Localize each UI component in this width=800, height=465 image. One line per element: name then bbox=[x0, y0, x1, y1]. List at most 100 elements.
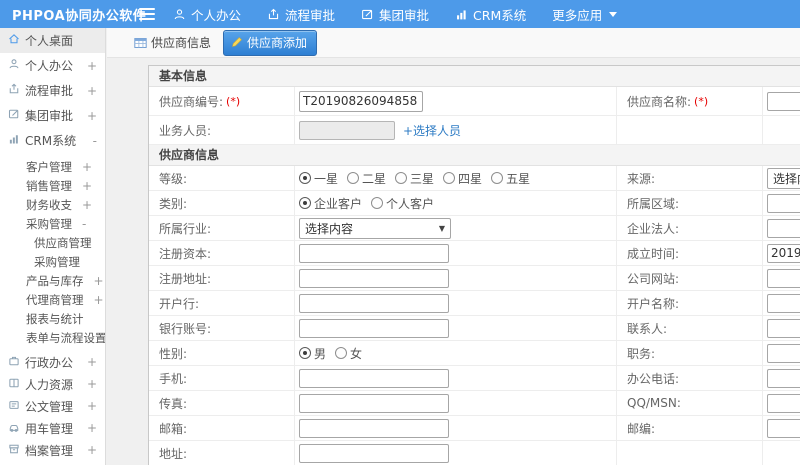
radio-level-4star[interactable]: 四星 bbox=[443, 170, 482, 187]
sidebar-item-hr[interactable]: 人力资源 + bbox=[0, 373, 105, 395]
qq-msn-input[interactable] bbox=[767, 393, 800, 413]
field-value: 选择内容▼ bbox=[763, 166, 800, 190]
expand-toggle[interactable]: + bbox=[87, 109, 97, 123]
form-row: 类别: 企业客户 个人客户 所属区域: bbox=[149, 191, 800, 216]
sidebar-item-product-stock[interactable]: 产品与库存 + bbox=[0, 271, 105, 290]
address-input[interactable] bbox=[299, 443, 449, 463]
sidebar-item-reports[interactable]: 报表与统计 bbox=[0, 309, 105, 328]
form-row: 注册资本: 成立时间: bbox=[149, 241, 800, 266]
sidebar-item-finance[interactable]: 财务收支 + bbox=[0, 195, 105, 214]
supplier-code-input[interactable] bbox=[299, 90, 423, 112]
email-input[interactable] bbox=[299, 418, 449, 438]
account-name-input[interactable] bbox=[767, 293, 800, 313]
sidebar-item-admin-office[interactable]: 行政办公 + bbox=[0, 351, 105, 373]
field-label: 邮箱: bbox=[149, 416, 295, 440]
fax-input[interactable] bbox=[299, 393, 449, 413]
field-label: 业务人员: bbox=[149, 116, 295, 144]
zip-input[interactable] bbox=[767, 418, 800, 438]
expand-toggle[interactable]: + bbox=[94, 274, 104, 288]
sidebar-item-personal-desktop[interactable]: 个人桌面 bbox=[0, 28, 105, 53]
supplier-name-input[interactable] bbox=[767, 91, 800, 111]
field-value bbox=[763, 341, 800, 365]
sidebar-item-crm-system[interactable]: CRM系统 - bbox=[0, 128, 105, 153]
required-marker: (*) bbox=[694, 94, 709, 108]
expand-toggle[interactable]: + bbox=[82, 179, 92, 193]
sidebar-item-customer-mgmt[interactable]: 客户管理 + bbox=[0, 157, 105, 176]
radio-gender-male[interactable]: 男 bbox=[299, 345, 326, 362]
radio-level-5star[interactable]: 五星 bbox=[491, 170, 530, 187]
expand-toggle[interactable]: + bbox=[94, 293, 104, 307]
choose-person-link[interactable]: +选择人员 bbox=[403, 122, 461, 139]
top-header: PHPOA协同办公软件 个人办公 流程审批 集团审批 CRM系统 更多应用 bbox=[0, 0, 800, 28]
contact-input[interactable] bbox=[767, 318, 800, 338]
registered-address-input[interactable] bbox=[299, 268, 449, 288]
sidebar-item-label: 用车管理 bbox=[25, 421, 74, 436]
menu-toggle-icon[interactable] bbox=[139, 8, 155, 20]
nav-workflow-approval[interactable]: 流程审批 bbox=[267, 5, 335, 24]
sidebar-item-sales-mgmt[interactable]: 销售管理 + bbox=[0, 176, 105, 195]
sidebar-item-archives[interactable]: 档案管理 + bbox=[0, 439, 105, 461]
nav-group-approval[interactable]: 集团审批 bbox=[361, 5, 429, 24]
radio-level-3star[interactable]: 三星 bbox=[395, 170, 434, 187]
nav-more-apps[interactable]: 更多应用 bbox=[552, 5, 618, 24]
expand-toggle[interactable]: + bbox=[87, 377, 97, 391]
website-input[interactable] bbox=[767, 268, 800, 288]
sidebar-item-form-flow-settings[interactable]: 表单与流程设置 + bbox=[0, 328, 105, 347]
chart-icon bbox=[455, 8, 468, 21]
bank-input[interactable] bbox=[299, 293, 449, 313]
sidebar-item-workflow-approval[interactable]: 流程审批 + bbox=[0, 78, 105, 103]
field-value bbox=[295, 291, 617, 315]
app-logo[interactable]: PHPOA协同办公软件 bbox=[0, 5, 146, 24]
nav-personal-office[interactable]: 个人办公 bbox=[173, 5, 241, 24]
expand-toggle[interactable]: + bbox=[87, 399, 97, 413]
sidebar-item-purchase-mgmt[interactable]: 采购管理 - bbox=[0, 214, 105, 233]
expand-toggle[interactable]: + bbox=[82, 160, 92, 174]
section-header-supplier-info: 供应商信息 bbox=[149, 145, 800, 166]
expand-toggle[interactable]: + bbox=[87, 443, 97, 457]
tab-supplier-info[interactable]: 供应商信息 bbox=[134, 34, 211, 51]
form-row: 等级: 一星 二星 三星 四星 五星 来源: 选择内容▼ bbox=[149, 166, 800, 191]
tab-supplier-add[interactable]: 供应商添加 bbox=[223, 29, 318, 56]
registered-capital-input[interactable] bbox=[299, 243, 449, 263]
collapse-toggle[interactable]: - bbox=[93, 134, 97, 148]
founded-date-input[interactable] bbox=[767, 243, 800, 263]
source-select[interactable]: 选择内容▼ bbox=[767, 167, 800, 189]
industry-select[interactable]: 选择内容 ▼ bbox=[299, 217, 451, 239]
expand-toggle[interactable]: + bbox=[87, 59, 97, 73]
sidebar-item-group-approval[interactable]: 集团审批 + bbox=[0, 103, 105, 128]
form-row: 供应商编号: (*) 供应商名称: (*) bbox=[149, 87, 800, 116]
sidebar-item-purchasing[interactable]: 采购管理 bbox=[0, 252, 105, 271]
position-input[interactable] bbox=[767, 343, 800, 363]
field-label: 类别: bbox=[149, 191, 295, 215]
radio-dot bbox=[347, 172, 360, 184]
nav-crm-system[interactable]: CRM系统 bbox=[455, 5, 526, 24]
business-person-input[interactable] bbox=[299, 120, 395, 140]
radio-category-personal[interactable]: 个人客户 bbox=[371, 195, 434, 212]
field-label: 性别: bbox=[149, 341, 295, 365]
radio-dot bbox=[299, 347, 311, 359]
sidebar-item-label: 流程审批 bbox=[25, 84, 74, 98]
table-icon bbox=[134, 37, 147, 49]
region-input[interactable] bbox=[767, 193, 800, 213]
field-label: 所属行业: bbox=[149, 216, 295, 240]
sidebar-item-agent-mgmt[interactable]: 代理商管理 + bbox=[0, 290, 105, 309]
office-phone-input[interactable] bbox=[767, 368, 800, 388]
sidebar-item-supplier-mgmt[interactable]: 供应商管理 bbox=[0, 233, 105, 252]
sidebar-item-vehicle-mgmt[interactable]: 用车管理 + bbox=[0, 417, 105, 439]
radio-category-enterprise[interactable]: 企业客户 bbox=[299, 195, 362, 212]
radio-level-2star[interactable]: 二星 bbox=[347, 170, 386, 187]
sidebar-item-documents[interactable]: 公文管理 + bbox=[0, 395, 105, 417]
expand-toggle[interactable]: + bbox=[87, 84, 97, 98]
radio-gender-female[interactable]: 女 bbox=[335, 345, 362, 362]
collapse-toggle[interactable]: - bbox=[82, 217, 86, 231]
expand-toggle[interactable]: + bbox=[87, 355, 97, 369]
bank-account-input[interactable] bbox=[299, 318, 449, 338]
mobile-input[interactable] bbox=[299, 368, 449, 388]
edit-icon bbox=[8, 108, 20, 123]
expand-toggle[interactable]: + bbox=[87, 421, 97, 435]
field-value bbox=[295, 416, 617, 440]
expand-toggle[interactable]: + bbox=[82, 198, 92, 212]
sidebar-item-personal-office[interactable]: 个人办公 + bbox=[0, 53, 105, 78]
radio-level-1star[interactable]: 一星 bbox=[299, 170, 338, 187]
legal-person-input[interactable] bbox=[767, 218, 800, 238]
